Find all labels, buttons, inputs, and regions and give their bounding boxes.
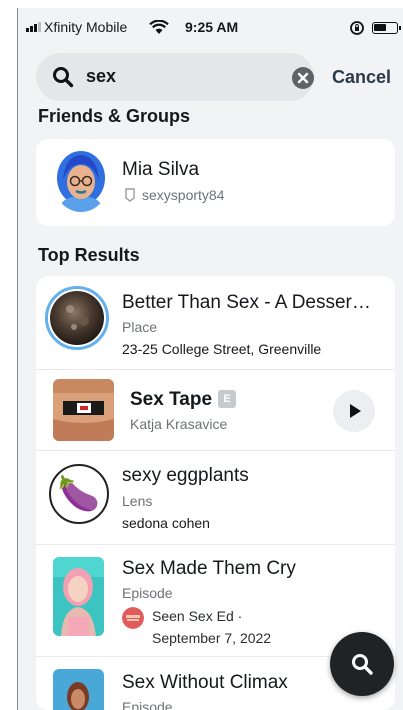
result-row-place[interactable]: Better Than Sex - A Desser… Place 23-25 … xyxy=(36,276,395,370)
status-bar: Xfinity Mobile 9:25 AM xyxy=(18,8,403,42)
orientation-lock-icon xyxy=(350,21,364,35)
result-type: Episode xyxy=(122,585,173,601)
result-row-lens[interactable]: 🍆 sexy eggplants Lens sedona cohen xyxy=(36,451,395,545)
friend-username: sexysporty84 xyxy=(142,187,225,203)
signal-icon xyxy=(26,22,41,32)
app-screen: Xfinity Mobile 9:25 AM sex Cancel Friend… xyxy=(18,8,403,710)
episode-seen: Seen Sex Ed · xyxy=(152,608,243,624)
result-row-song[interactable]: Sex Tape E Katja Krasavice xyxy=(36,370,395,451)
explicit-badge: E xyxy=(218,390,237,408)
search-input[interactable]: sex xyxy=(86,66,116,87)
result-title: Better Than Sex - A Desser… xyxy=(122,292,371,313)
result-type: Episode xyxy=(122,699,173,710)
friends-card: Mia Silva sexysporty84 xyxy=(36,139,395,226)
play-icon xyxy=(350,404,361,418)
carrier-name: Xfinity Mobile xyxy=(44,19,128,35)
song-artwork xyxy=(53,379,114,441)
result-title: Sex Without Climax xyxy=(122,672,288,693)
result-title: sexy eggplants xyxy=(122,465,249,486)
episode-thumbnail xyxy=(53,669,104,710)
place-thumbnail xyxy=(45,286,109,350)
snapcode-icon xyxy=(125,188,135,202)
result-type: Place xyxy=(122,319,158,335)
result-detail: sedona cohen xyxy=(122,515,210,531)
cancel-button[interactable]: Cancel xyxy=(332,67,391,88)
result-title: Sex Made Them Cry xyxy=(122,558,296,579)
show-icon xyxy=(122,607,144,629)
play-button[interactable] xyxy=(333,390,375,432)
result-title: Sex Tape E xyxy=(130,389,237,411)
wifi-icon xyxy=(149,20,169,34)
episode-thumbnail xyxy=(53,557,104,636)
lens-thumbnail: 🍆 xyxy=(49,464,109,524)
clear-icon xyxy=(297,72,309,84)
search-icon xyxy=(352,654,373,675)
result-subtitle: Katja Krasavice xyxy=(130,416,228,432)
search-icon xyxy=(53,67,74,88)
battery-icon xyxy=(372,22,401,34)
friend-row[interactable]: Mia Silva sexysporty84 xyxy=(36,139,395,226)
search-bar[interactable]: sex xyxy=(36,53,314,101)
result-type: Lens xyxy=(122,493,153,509)
friend-name: Mia Silva xyxy=(122,159,200,180)
avatar xyxy=(53,150,109,212)
section-title-top-results: Top Results xyxy=(38,245,140,265)
clear-search-button[interactable] xyxy=(292,67,314,89)
section-title-friends: Friends & Groups xyxy=(38,106,191,126)
status-time: 9:25 AM xyxy=(185,19,239,35)
episode-date: September 7, 2022 xyxy=(152,630,272,646)
result-detail: 23-25 College Street, Greenville xyxy=(122,341,322,357)
floating-search-button[interactable] xyxy=(330,632,394,696)
